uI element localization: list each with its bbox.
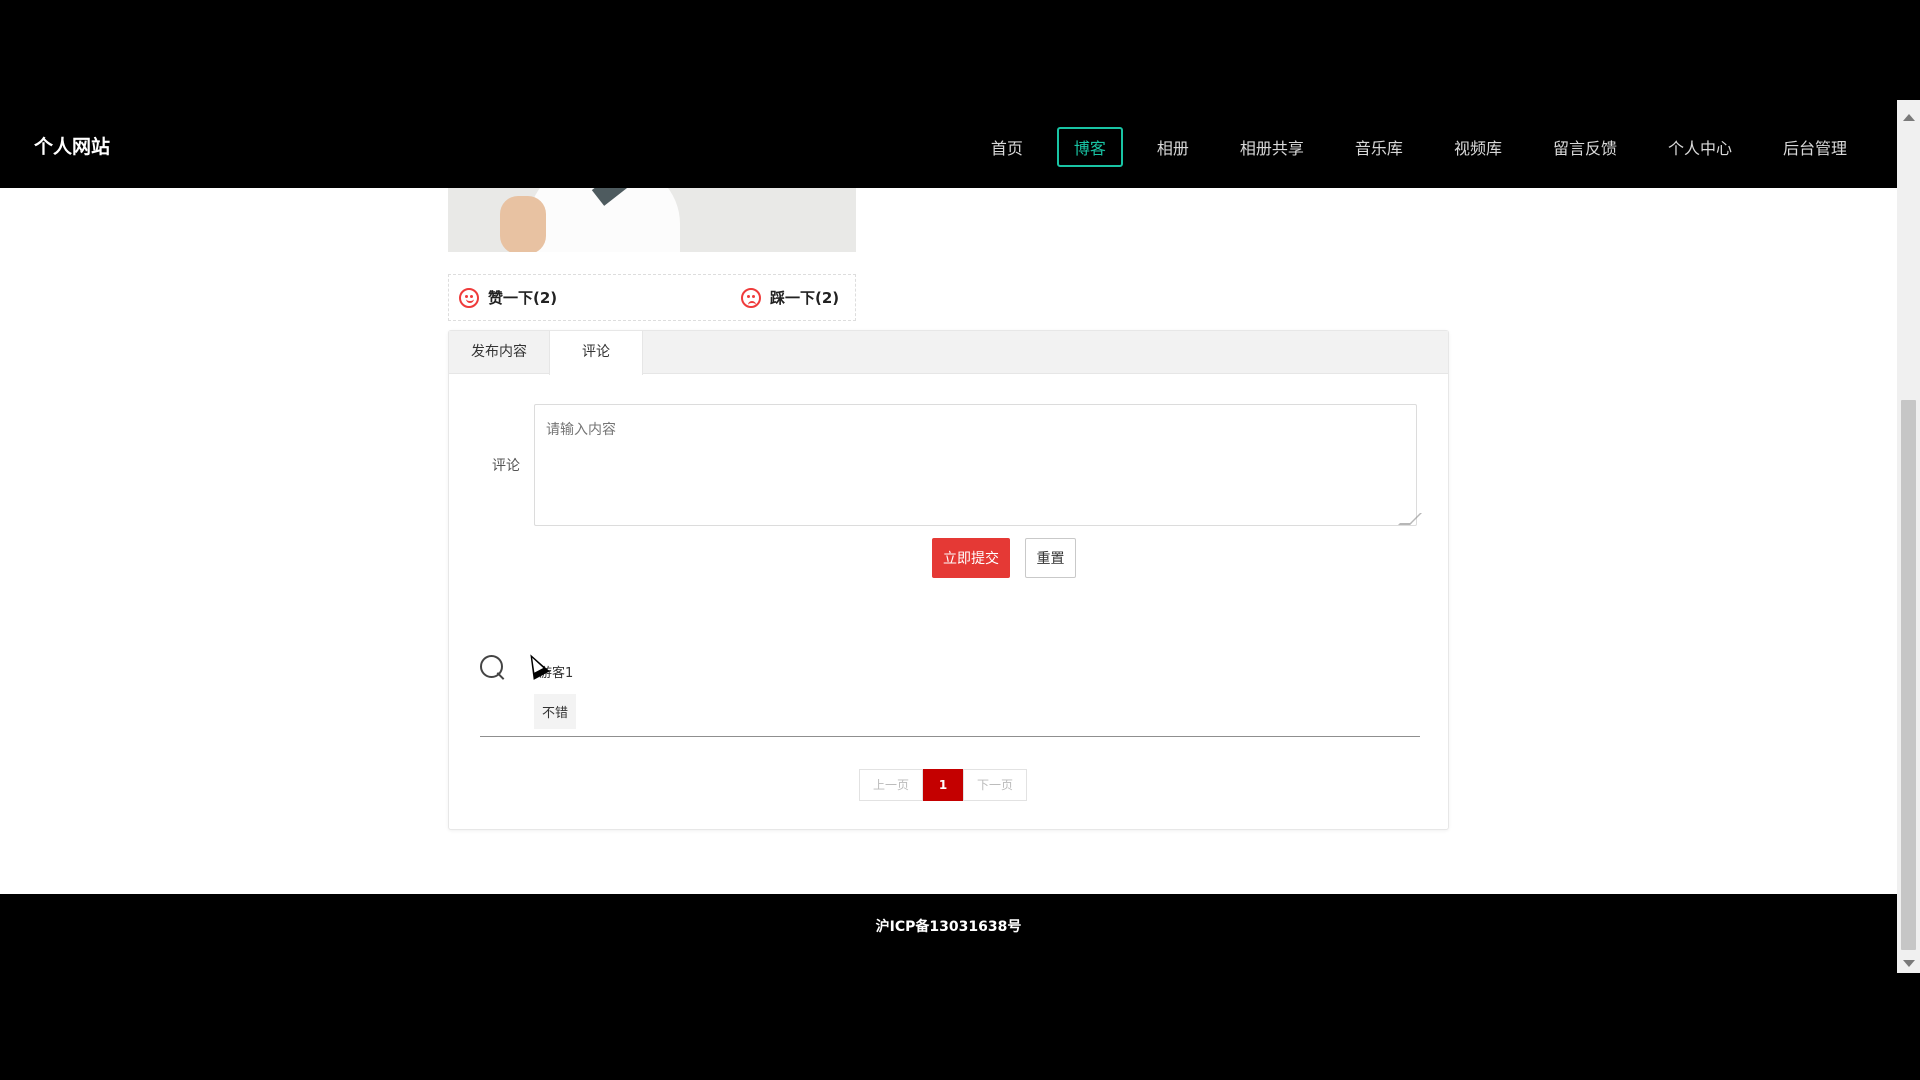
sad-face-icon	[741, 287, 761, 308]
screen: 个人网站 首页 博客 相册 相册共享 音乐库 视频库 留言反馈 个人中心 后台管…	[0, 0, 1920, 1080]
comment-textarea[interactable]	[534, 404, 1417, 526]
comment-divider	[480, 736, 1420, 737]
reaction-box: 赞一下(2) 踩一下(2)	[448, 274, 856, 321]
blog-image	[448, 188, 856, 252]
nav-item-album[interactable]: 相册	[1140, 127, 1206, 167]
scroll-down-icon[interactable]	[1903, 960, 1915, 967]
smile-icon	[459, 287, 479, 308]
browser-viewport: 个人网站 首页 博客 相册 相册共享 音乐库 视频库 留言反馈 个人中心 后台管…	[0, 100, 1920, 973]
nav-item-user-center[interactable]: 个人中心	[1651, 127, 1749, 167]
reset-button[interactable]: 重置	[1025, 538, 1076, 578]
nav-item-music[interactable]: 音乐库	[1338, 127, 1420, 167]
page-1-button[interactable]: 1	[923, 769, 964, 801]
nav-item-blog[interactable]: 博客	[1056, 127, 1123, 167]
nav-item-home[interactable]: 首页	[974, 127, 1040, 167]
nav-item-video[interactable]: 视频库	[1437, 127, 1519, 167]
comment-text: 不错	[534, 694, 577, 729]
dislike-label: 踩一下(2)	[770, 289, 840, 307]
scroll-up-icon[interactable]	[1903, 114, 1915, 121]
nav-item-admin[interactable]: 后台管理	[1766, 127, 1864, 167]
image-hand-shape	[500, 196, 546, 252]
comment-label: 评论	[492, 458, 520, 474]
like-label: 赞一下(2)	[488, 289, 558, 307]
scroll-thumb[interactable]	[1901, 400, 1916, 950]
main-nav: 首页 博客 相册 相册共享 音乐库 视频库 留言反馈 个人中心 后台管理	[957, 127, 1864, 167]
blog-content: 赞一下(2) 踩一下(2) 发布内容 评论 评论 立即提交 重置 游客1	[0, 188, 1897, 973]
tab-comments[interactable]: 评论	[549, 331, 643, 375]
tab-bar: 发布内容 评论	[449, 331, 1448, 375]
top-navigation: 个人网站 首页 博客 相册 相册共享 音乐库 视频库 留言反馈 个人中心 后台管…	[0, 100, 1897, 188]
dislike-button[interactable]: 踩一下(2)	[741, 287, 839, 308]
comment-panel: 发布内容 评论 评论 立即提交 重置 游客1 不错 上一页 1 下一页	[448, 330, 1449, 830]
submit-comment-button[interactable]: 立即提交	[932, 538, 1010, 578]
like-button[interactable]: 赞一下(2)	[459, 287, 557, 308]
user-icon	[480, 655, 503, 678]
footer: 沪ICP备13031638号	[0, 894, 1897, 973]
icp-record-text: 沪ICP备13031638号	[875, 919, 1022, 935]
vertical-scrollbar[interactable]	[1897, 100, 1920, 973]
nav-item-feedback[interactable]: 留言反馈	[1536, 127, 1634, 167]
pagination: 上一页 1 下一页	[859, 769, 1028, 801]
tab-publish-content[interactable]: 发布内容	[449, 331, 549, 374]
site-brand[interactable]: 个人网站	[34, 132, 110, 159]
prev-page-button[interactable]: 上一页	[859, 769, 924, 801]
next-page-button[interactable]: 下一页	[963, 769, 1028, 801]
nav-item-album-share[interactable]: 相册共享	[1223, 127, 1321, 167]
